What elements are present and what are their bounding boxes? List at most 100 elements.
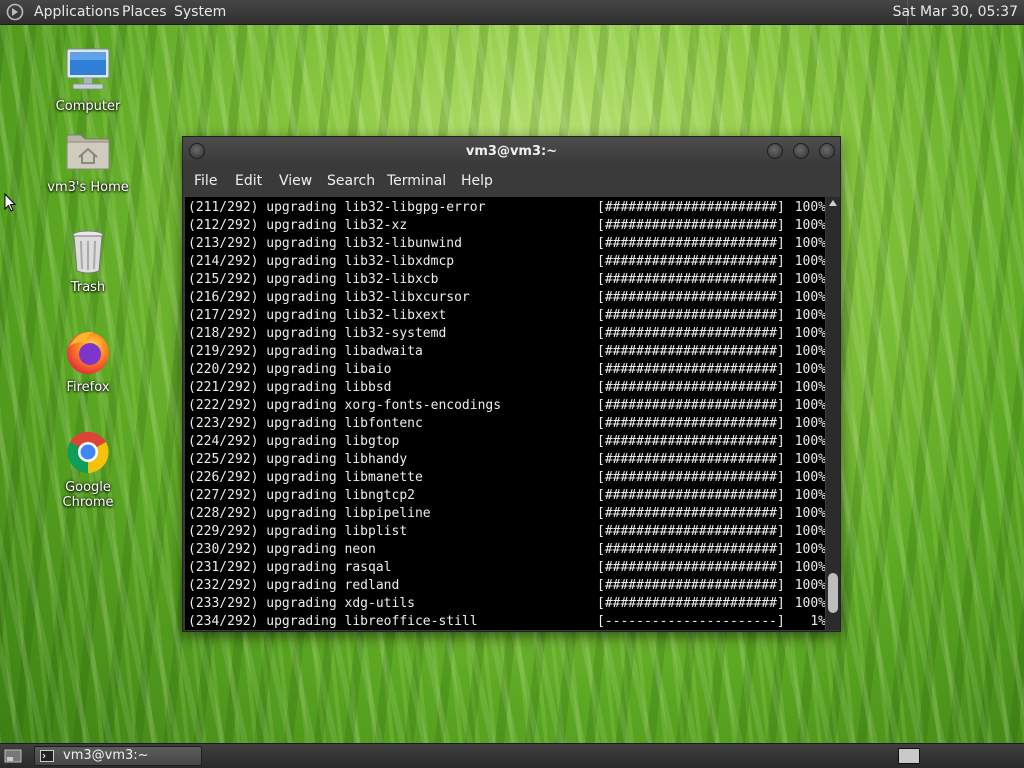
progress-percent: 100% — [794, 596, 825, 611]
desktop-icon-label: Trash — [70, 280, 106, 295]
progress-bar-text: [######################] — [597, 308, 785, 323]
progress-bar-text: [######################] — [597, 524, 785, 539]
progress-percent: 100% — [794, 524, 825, 539]
menu-help[interactable]: Help — [461, 173, 493, 189]
package-progress-text: (218/292) upgrading lib32-systemd — [188, 326, 447, 341]
menu-edit[interactable]: Edit — [235, 173, 262, 189]
progress-bar-text: [######################] — [597, 290, 785, 305]
progress-bar-text: [######################] — [597, 596, 785, 611]
progress-percent: 100% — [794, 470, 825, 485]
desktop-icon-home[interactable]: vm3's Home — [38, 127, 138, 195]
desktop-icon-label: Firefox — [66, 380, 110, 395]
terminal-menubar: File Edit View Search Terminal Help — [183, 167, 840, 197]
package-progress-text: (226/292) upgrading libmanette — [188, 470, 423, 485]
progress-percent: 100% — [794, 254, 825, 269]
clock[interactable]: Sat Mar 30, 05:37 — [893, 4, 1018, 20]
menu-view[interactable]: View — [279, 173, 312, 189]
distro-logo-icon[interactable] — [6, 3, 24, 21]
progress-percent: 100% — [794, 344, 825, 359]
progress-percent: 100% — [794, 416, 825, 431]
progress-percent: 100% — [794, 380, 825, 395]
chrome-icon — [63, 427, 113, 477]
bottom-panel: vm3@vm3:~ — [0, 743, 1024, 768]
progress-percent: 100% — [794, 326, 825, 341]
minimize-button[interactable] — [767, 143, 783, 159]
progress-percent: 100% — [794, 290, 825, 305]
package-progress-text: (214/292) upgrading lib32-libxdmcp — [188, 254, 455, 269]
desktop-icon-trash[interactable]: Trash — [38, 227, 138, 295]
desktop-icon-label: vm3's Home — [47, 180, 129, 195]
terminal-scrollbar[interactable] — [826, 197, 840, 630]
progress-percent: 100% — [794, 398, 825, 413]
package-progress-text: (228/292) upgrading libpipeline — [188, 506, 431, 521]
menu-places[interactable]: Places — [122, 4, 167, 20]
show-desktop-icon[interactable] — [4, 749, 22, 763]
workspace-switcher[interactable] — [898, 748, 920, 764]
terminal-output[interactable]: (211/292) upgrading lib32-libgpg-error [#… — [185, 197, 825, 630]
firefox-icon — [63, 327, 113, 377]
close-button[interactable] — [819, 143, 835, 159]
progress-percent: 100% — [794, 308, 825, 323]
scrollbar-thumb[interactable] — [828, 573, 838, 613]
taskbar-button-label: vm3@vm3:~ — [63, 748, 149, 763]
progress-bar-text: [######################] — [597, 254, 785, 269]
window-titlebar[interactable]: vm3@vm3:~ — [183, 137, 840, 167]
menu-terminal[interactable]: Terminal — [387, 173, 446, 189]
package-progress-text: (227/292) upgrading libngtcp2 — [188, 488, 415, 503]
trash-icon — [63, 227, 113, 277]
progress-percent: 100% — [794, 236, 825, 251]
package-progress-text: (215/292) upgrading lib32-libxcb — [188, 272, 439, 287]
package-progress-text: (211/292) upgrading lib32-libgpg-error — [188, 200, 486, 215]
package-progress-text: (225/292) upgrading libhandy — [188, 452, 408, 467]
package-progress-text: (234/292) upgrading libreoffice-still — [188, 614, 478, 629]
computer-icon — [63, 46, 113, 96]
progress-percent: 100% — [794, 218, 825, 233]
desktop-icon-chrome[interactable]: Google Chrome — [38, 427, 138, 510]
progress-percent: 100% — [794, 578, 825, 593]
progress-percent: 100% — [794, 452, 825, 467]
package-progress-text: (233/292) upgrading xdg-utils — [188, 596, 415, 611]
menu-search[interactable]: Search — [327, 173, 375, 189]
desktop-icon-label: Google Chrome — [62, 480, 114, 510]
package-progress-text: (224/292) upgrading libgtop — [188, 434, 400, 449]
window-title: vm3@vm3:~ — [465, 144, 558, 159]
menu-system[interactable]: System — [174, 4, 226, 20]
package-progress-text: (229/292) upgrading libplist — [188, 524, 408, 539]
progress-percent: 100% — [794, 434, 825, 449]
progress-bar-text: [######################] — [597, 326, 785, 341]
package-progress-text: (217/292) upgrading lib32-libxext — [188, 308, 447, 323]
progress-bar-text: [######################] — [597, 560, 785, 575]
package-progress-text: (230/292) upgrading neon — [188, 542, 376, 557]
progress-bar-text: [######################] — [597, 470, 785, 485]
maximize-button[interactable] — [793, 143, 809, 159]
progress-bar-text: [######################] — [597, 200, 785, 215]
menu-applications[interactable]: Applications — [34, 4, 120, 20]
package-progress-text: (223/292) upgrading libfontenc — [188, 416, 423, 431]
progress-bar-text: [######################] — [597, 434, 785, 449]
package-progress-text: (222/292) upgrading xorg-fonts-encodings — [188, 398, 502, 413]
progress-percent: 100% — [794, 200, 825, 215]
scroll-up-arrow-icon[interactable] — [829, 200, 837, 206]
desktop-icon-computer[interactable]: Computer — [38, 46, 138, 114]
menu-file[interactable]: File — [194, 173, 217, 189]
progress-percent: 100% — [794, 506, 825, 521]
package-progress-text: (221/292) upgrading libbsd — [188, 380, 392, 395]
home-folder-icon — [63, 127, 113, 177]
progress-percent: 100% — [794, 362, 825, 377]
progress-bar-text: [######################] — [597, 452, 785, 467]
mouse-cursor-icon — [4, 193, 16, 212]
package-progress-text: (212/292) upgrading lib32-xz — [188, 218, 408, 233]
package-progress-text: (232/292) upgrading redland — [188, 578, 400, 593]
terminal-window: vm3@vm3:~ File Edit View Search Terminal… — [182, 136, 841, 632]
progress-bar-text: [######################] — [597, 218, 785, 233]
terminal-icon — [40, 750, 54, 762]
progress-bar-text: [######################] — [597, 362, 785, 377]
progress-percent: 100% — [794, 542, 825, 557]
taskbar-button-terminal[interactable]: vm3@vm3:~ — [34, 746, 202, 766]
desktop-icon-firefox[interactable]: Firefox — [38, 327, 138, 395]
package-progress-text: (213/292) upgrading lib32-libunwind — [188, 236, 462, 251]
progress-bar-text: [----------------------] — [597, 614, 785, 629]
progress-percent: 100% — [794, 272, 825, 287]
progress-percent: 100% — [794, 560, 825, 575]
progress-bar-text: [######################] — [597, 236, 785, 251]
